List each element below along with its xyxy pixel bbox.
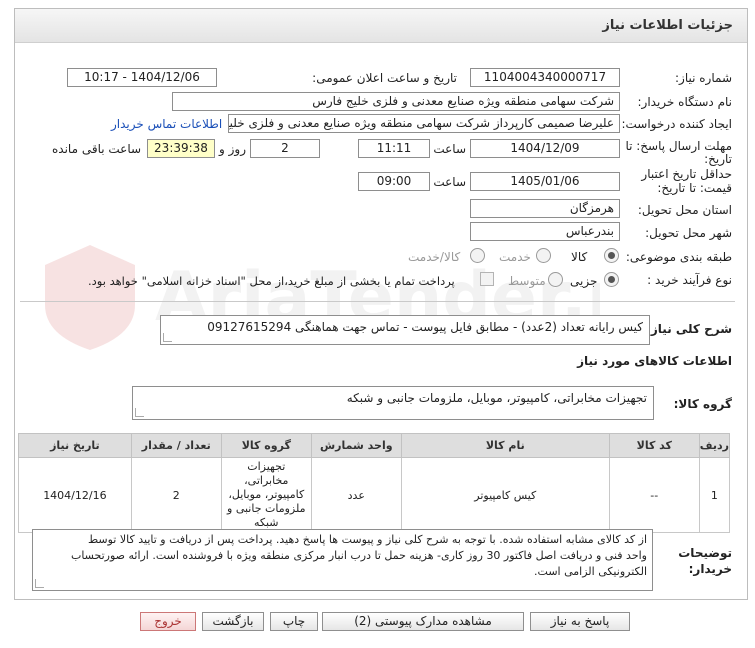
cell-date: 1404/12/16	[18, 457, 132, 533]
validity-date-field[interactable]: 1405/01/06	[470, 172, 620, 191]
validity-time-label: ساعت	[433, 175, 466, 189]
days-field[interactable]: 2	[250, 139, 320, 158]
process-label: نوع فرآیند خرید :	[647, 273, 732, 287]
cell-name: کیس کامپیوتر	[400, 457, 610, 533]
attachments-button[interactable]: مشاهده مدارک پیوستی (2)	[322, 612, 524, 631]
goods-group-textarea[interactable]: تجهیزات مخابراتی، کامپیوتر، موبایل، ملزو…	[132, 386, 654, 420]
category-goods-radio[interactable]	[604, 248, 619, 263]
col-group: گروه کالا	[220, 433, 312, 458]
col-unit: واحد شمارش	[310, 433, 402, 458]
table-row[interactable]: 1 -- کیس کامپیوتر عدد تجهیزات مخابراتی، …	[18, 457, 731, 533]
col-date: تاریخ نیاز	[18, 433, 132, 458]
category-goods-service-radio[interactable]	[470, 248, 485, 263]
process-partial-label: جزیی	[570, 274, 598, 288]
process-partial-radio[interactable]	[604, 272, 619, 287]
process-medium-radio[interactable]	[548, 272, 563, 287]
col-row: ردیف	[698, 433, 731, 458]
cell-group-line: کامپیوتر، موبایل،	[228, 488, 305, 501]
city-label: شهر محل تحویل:	[645, 226, 732, 240]
panel-title: جزئیات اطلاعات نیاز	[602, 18, 733, 33]
notes-label-2: خریدار:	[688, 562, 732, 576]
category-label: طبقه بندی موضوعی:	[625, 250, 732, 264]
notes-textarea[interactable]: از کد کالای مشابه استفاده شده. با توجه ب…	[32, 529, 653, 591]
payment-checkbox[interactable]	[480, 272, 494, 286]
cell-group-line: تجهیزات مخابراتی،	[244, 460, 289, 487]
deadline-time-label: ساعت	[433, 142, 466, 156]
summary-text: کیس رایانه تعداد (2عدد) - مطابق فایل پیو…	[207, 320, 643, 334]
cell-qty: 2	[130, 457, 222, 533]
category-goods-service-label: کالا/خدمت	[408, 250, 461, 264]
deadline-label-2: تاریخ:	[704, 152, 732, 166]
need-number-field[interactable]: 1104004340000717	[470, 68, 620, 87]
category-service-radio[interactable]	[536, 248, 551, 263]
cell-row: 1	[698, 457, 731, 533]
buyer-field[interactable]: شرکت سهامی منطقه ویژه صنایع معدنی و فلزی…	[172, 92, 620, 111]
cell-unit: عدد	[310, 457, 402, 533]
deadline-date-field[interactable]: 1404/12/09	[470, 139, 620, 158]
goods-table: ردیف کد کالا نام کالا واحد شمارش گروه کا…	[18, 433, 731, 533]
province-label: استان محل تحویل:	[637, 203, 732, 217]
goods-info-title: اطلاعات کالاهای مورد نیاز	[577, 354, 732, 368]
remaining-time-field: 23:39:38	[147, 139, 215, 158]
panel-header: جزئیات اطلاعات نیاز	[15, 9, 747, 43]
days-label: روز و	[219, 142, 246, 156]
payment-note: پرداخت تمام یا بخشی از مبلغ خرید،از محل …	[88, 274, 455, 288]
province-field[interactable]: هرمزگان	[470, 199, 620, 218]
need-number-label: شماره نیاز:	[675, 71, 732, 85]
category-goods-label: کالا	[571, 250, 588, 264]
col-qty: تعداد / مقدار	[130, 433, 222, 458]
summary-textarea[interactable]: کیس رایانه تعداد (2عدد) - مطابق فایل پیو…	[160, 315, 650, 345]
goods-group-text: تجهیزات مخابراتی، کامپیوتر، موبایل، ملزو…	[346, 391, 647, 405]
notes-label: توضیحات	[678, 546, 732, 560]
cell-group-line: شبکه	[254, 516, 279, 529]
category-service-label: خدمت	[499, 250, 531, 264]
notes-line: واحد فنی و دریافت اصل فاکتور 30 روز کاری…	[70, 549, 647, 562]
announce-date-label: تاریخ و ساعت اعلان عمومی:	[312, 71, 457, 85]
deadline-time-field[interactable]: 11:11	[358, 139, 430, 158]
city-field[interactable]: بندرعباس	[470, 222, 620, 241]
divider	[20, 301, 735, 302]
notes-line: از کد کالای مشابه استفاده شده. با توجه ب…	[87, 533, 647, 546]
print-button[interactable]: چاپ	[270, 612, 318, 631]
creator-label: ایجاد کننده درخواست:	[621, 117, 732, 131]
validity-label: حداقل تاریخ اعتبار	[641, 167, 732, 181]
announce-date-field[interactable]: 1404/12/06 - 10:17	[67, 68, 217, 87]
cell-group: تجهیزات مخابراتی، کامپیوتر، موبایل، ملزو…	[220, 457, 312, 533]
exit-button[interactable]: خروج	[140, 612, 196, 631]
col-code: کد کالا	[608, 433, 700, 458]
goods-group-label: گروه کالا:	[673, 397, 732, 411]
buyer-contact-link[interactable]: اطلاعات تماس خریدار	[111, 117, 222, 131]
remaining-label: ساعت باقی مانده	[52, 142, 142, 156]
col-name: نام کالا	[400, 433, 610, 458]
validity-time-field[interactable]: 09:00	[358, 172, 430, 191]
validity-label-2: قیمت: تا تاریخ:	[657, 181, 732, 195]
notes-line: الکترونیکی الزامی است.	[534, 565, 647, 578]
cell-code: --	[608, 457, 700, 533]
cell-group-line: ملزومات جانبی و	[227, 502, 306, 515]
goods-table-header: ردیف کد کالا نام کالا واحد شمارش گروه کا…	[18, 433, 731, 458]
reply-button[interactable]: پاسخ به نیاز	[530, 612, 630, 631]
buyer-label: نام دستگاه خریدار:	[637, 95, 733, 109]
process-medium-label: متوسط	[508, 274, 546, 288]
deadline-label: مهلت ارسال پاسخ: تا	[625, 139, 732, 153]
summary-label: شرح کلی نیاز:	[646, 322, 732, 336]
back-button[interactable]: بازگشت	[202, 612, 264, 631]
creator-field[interactable]: علیرضا صمیمی کارپرداز شرکت سهامی منطقه و…	[228, 114, 620, 133]
